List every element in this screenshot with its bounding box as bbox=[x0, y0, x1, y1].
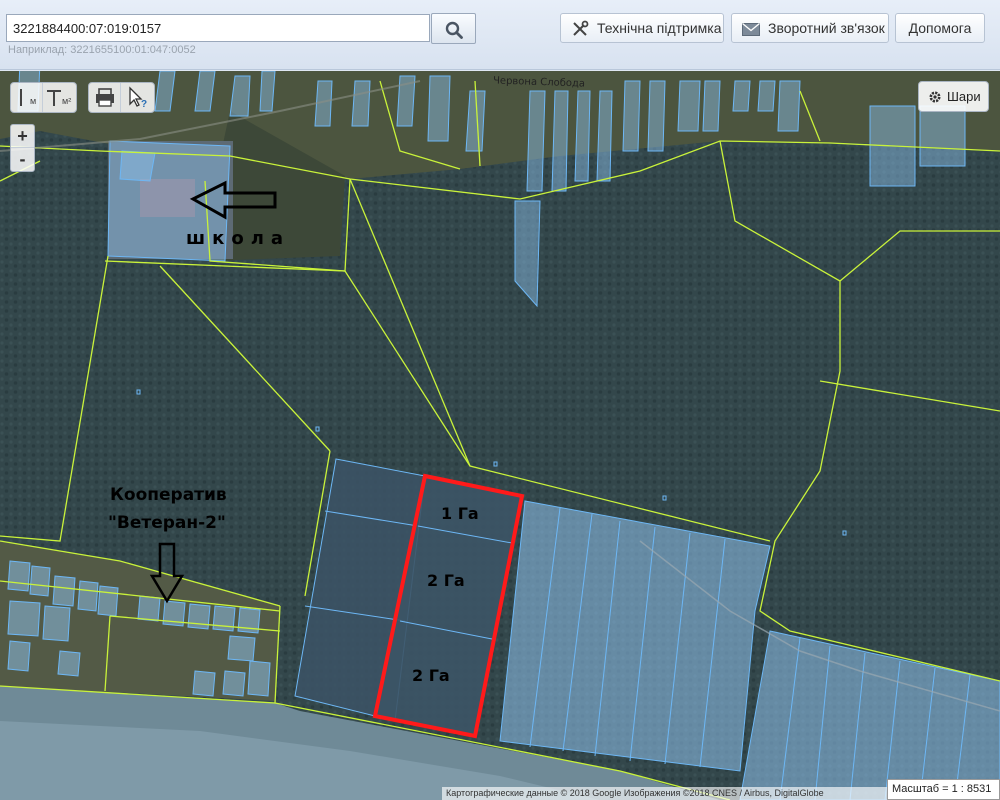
map-imagery bbox=[0, 71, 1000, 800]
measure-area-unit: м² bbox=[62, 96, 72, 106]
measure-area-button[interactable]: м² bbox=[43, 83, 75, 112]
svg-text:?: ? bbox=[141, 99, 147, 110]
tools-icon bbox=[573, 20, 589, 37]
cooperative-label-line1: Кооператив bbox=[110, 485, 227, 505]
feedback-button[interactable]: Зворотний зв'язок bbox=[731, 13, 889, 43]
cursor-question-icon: ? bbox=[129, 86, 147, 110]
cooperative-label-line2: "Ветеран-2" bbox=[108, 513, 226, 533]
measure-length-button[interactable]: м bbox=[11, 83, 43, 112]
parcel-area-label-3: 2 Га bbox=[412, 666, 450, 685]
gear-icon bbox=[929, 91, 941, 103]
cadastral-map[interactable]: Червона Слобода школа Кооператив "Ветера… bbox=[0, 71, 1000, 800]
map-attribution: Картографические данные © 2018 Google Из… bbox=[442, 787, 888, 800]
search-button[interactable] bbox=[431, 13, 476, 44]
measure-toolbar: м м² bbox=[10, 82, 77, 113]
zoom-control: + - bbox=[10, 124, 35, 172]
printer-icon bbox=[96, 88, 114, 107]
search-icon bbox=[445, 21, 463, 39]
zoom-in-button[interactable]: + bbox=[11, 125, 34, 148]
help-button[interactable]: Допомога bbox=[895, 13, 985, 43]
measure-length-icon bbox=[20, 89, 22, 106]
cadastral-search-input[interactable] bbox=[6, 14, 430, 42]
search-hint: Наприклад: 3221655100:01:047:0052 bbox=[8, 44, 196, 56]
envelope-icon bbox=[742, 22, 760, 36]
zoom-out-button[interactable]: - bbox=[11, 148, 34, 171]
identify-button[interactable]: ? bbox=[121, 83, 153, 112]
print-button[interactable] bbox=[89, 83, 121, 112]
parcel-area-label-2: 2 Га bbox=[427, 571, 465, 590]
top-header: Наприклад: 3221655100:01:047:0052 Техніч… bbox=[0, 0, 1000, 70]
layers-button[interactable]: Шари bbox=[918, 81, 989, 112]
map-scale: Масштаб = 1 : 8531 bbox=[887, 779, 1000, 800]
layers-label: Шари bbox=[947, 89, 981, 104]
action-toolbar: ? bbox=[88, 82, 155, 113]
parcel-area-label-1: 1 Га bbox=[441, 504, 479, 523]
school-label: школа bbox=[186, 228, 291, 249]
tech-support-label: Технічна підтримка bbox=[597, 20, 722, 36]
feedback-label: Зворотний зв'язок bbox=[768, 20, 885, 36]
measure-length-unit: м bbox=[30, 96, 37, 106]
help-label: Допомога bbox=[908, 20, 972, 36]
tech-support-button[interactable]: Технічна підтримка bbox=[560, 13, 724, 43]
